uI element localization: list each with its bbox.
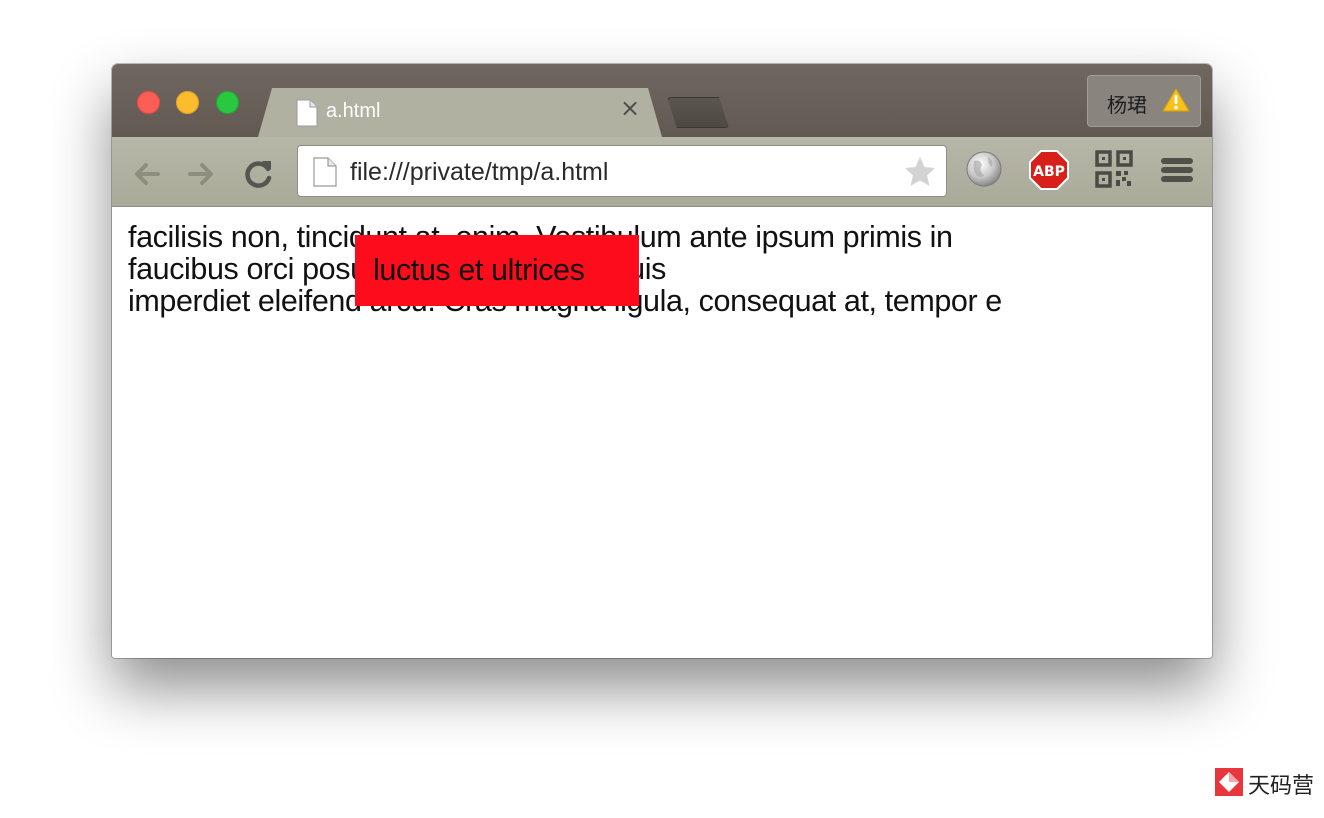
title-bar: a.html × 杨珺 xyxy=(112,64,1212,137)
forward-arrow-icon[interactable] xyxy=(184,157,218,191)
lorem-paragraph: facilisis non, tincidunt at, enim. Vesti… xyxy=(128,221,1212,317)
page-content: facilisis non, tincidunt at, enim. Vesti… xyxy=(112,207,1212,658)
reload-icon[interactable] xyxy=(242,157,276,191)
warning-icon xyxy=(1162,88,1190,116)
paragraph-line: faucibus orci posuere cubilia Curae; Dui… xyxy=(128,252,666,286)
zoom-window-button[interactable] xyxy=(216,91,239,114)
minimize-window-button[interactable] xyxy=(176,91,199,114)
hamburger-menu-icon[interactable] xyxy=(1160,149,1194,193)
profile-name: 杨珺 xyxy=(1107,93,1147,117)
browser-window: a.html × 杨珺 file:///private/tmp/a.html A… xyxy=(112,64,1212,658)
tab-title: a.html xyxy=(326,100,381,122)
qr-code-icon[interactable] xyxy=(1094,149,1134,193)
watermark-logo-icon xyxy=(1215,768,1243,800)
paragraph-line: imperdiet eleifend arcu. Cras magna ligu… xyxy=(128,284,1002,318)
highlight-text: luctus et ultrices xyxy=(373,253,585,287)
address-bar[interactable]: file:///private/tmp/a.html xyxy=(297,145,947,197)
profile-button[interactable]: 杨珺 xyxy=(1087,75,1201,127)
star-icon[interactable] xyxy=(903,155,937,193)
globe-icon[interactable] xyxy=(964,149,1004,193)
adblock-plus-icon[interactable]: ABP xyxy=(1028,149,1070,195)
tab-close-button[interactable]: × xyxy=(618,96,642,120)
new-tab-button[interactable] xyxy=(667,97,729,128)
paragraph-line: facilisis non, tincidunt at, enim. Vesti… xyxy=(128,220,953,254)
document-icon xyxy=(313,157,337,191)
browser-toolbar: file:///private/tmp/a.html ABP xyxy=(112,137,1212,207)
highlight-box: luctus et ultrices xyxy=(355,235,639,306)
close-window-button[interactable] xyxy=(137,91,160,114)
back-arrow-icon[interactable] xyxy=(130,157,164,191)
abp-label: ABP xyxy=(1033,164,1065,180)
url-text[interactable]: file:///private/tmp/a.html xyxy=(350,158,608,187)
tab-active[interactable]: a.html × xyxy=(258,88,662,137)
watermark-text: 天码营 xyxy=(1248,774,1315,799)
document-icon xyxy=(296,99,318,131)
